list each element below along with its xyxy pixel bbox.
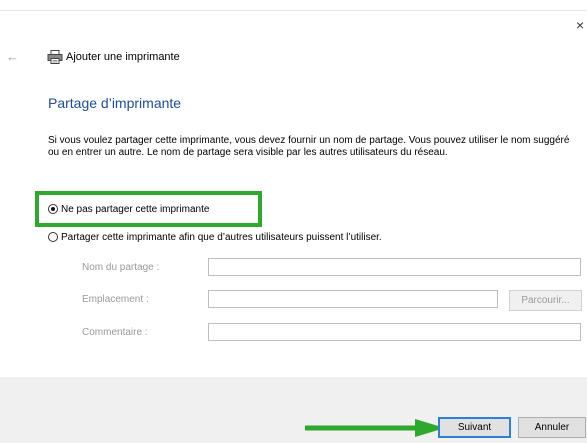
cancel-button[interactable]: Annuler [518,417,586,438]
location-input[interactable] [208,290,498,308]
next-button[interactable]: Suivant [438,417,511,438]
description-text: Si vous voulez partager cette imprimante… [48,135,570,158]
browse-button[interactable]: Parcourir... [509,290,582,311]
highlight-annotation-box [35,191,262,227]
green-arrow-annotation-icon [305,419,445,437]
page-title: Partage d’imprimante [48,95,182,111]
location-label: Emplacement : [82,294,149,305]
close-icon[interactable]: × [576,18,584,32]
window-title: Ajouter une imprimante [66,51,180,63]
title-bar-divider [0,10,587,11]
radio-share-label[interactable]: Partager cette imprimante afin que d’aut… [61,232,382,243]
comment-label: Commentaire : [82,327,148,338]
radio-button-unchecked[interactable] [48,232,58,242]
share-name-input[interactable] [208,258,581,276]
share-name-label: Nom du partage : [82,262,160,273]
back-arrow-icon[interactable]: ← [6,50,19,63]
comment-input[interactable] [208,323,581,341]
printer-icon [47,50,63,64]
radio-share[interactable]: Partager cette imprimante afin que d’aut… [48,230,382,244]
